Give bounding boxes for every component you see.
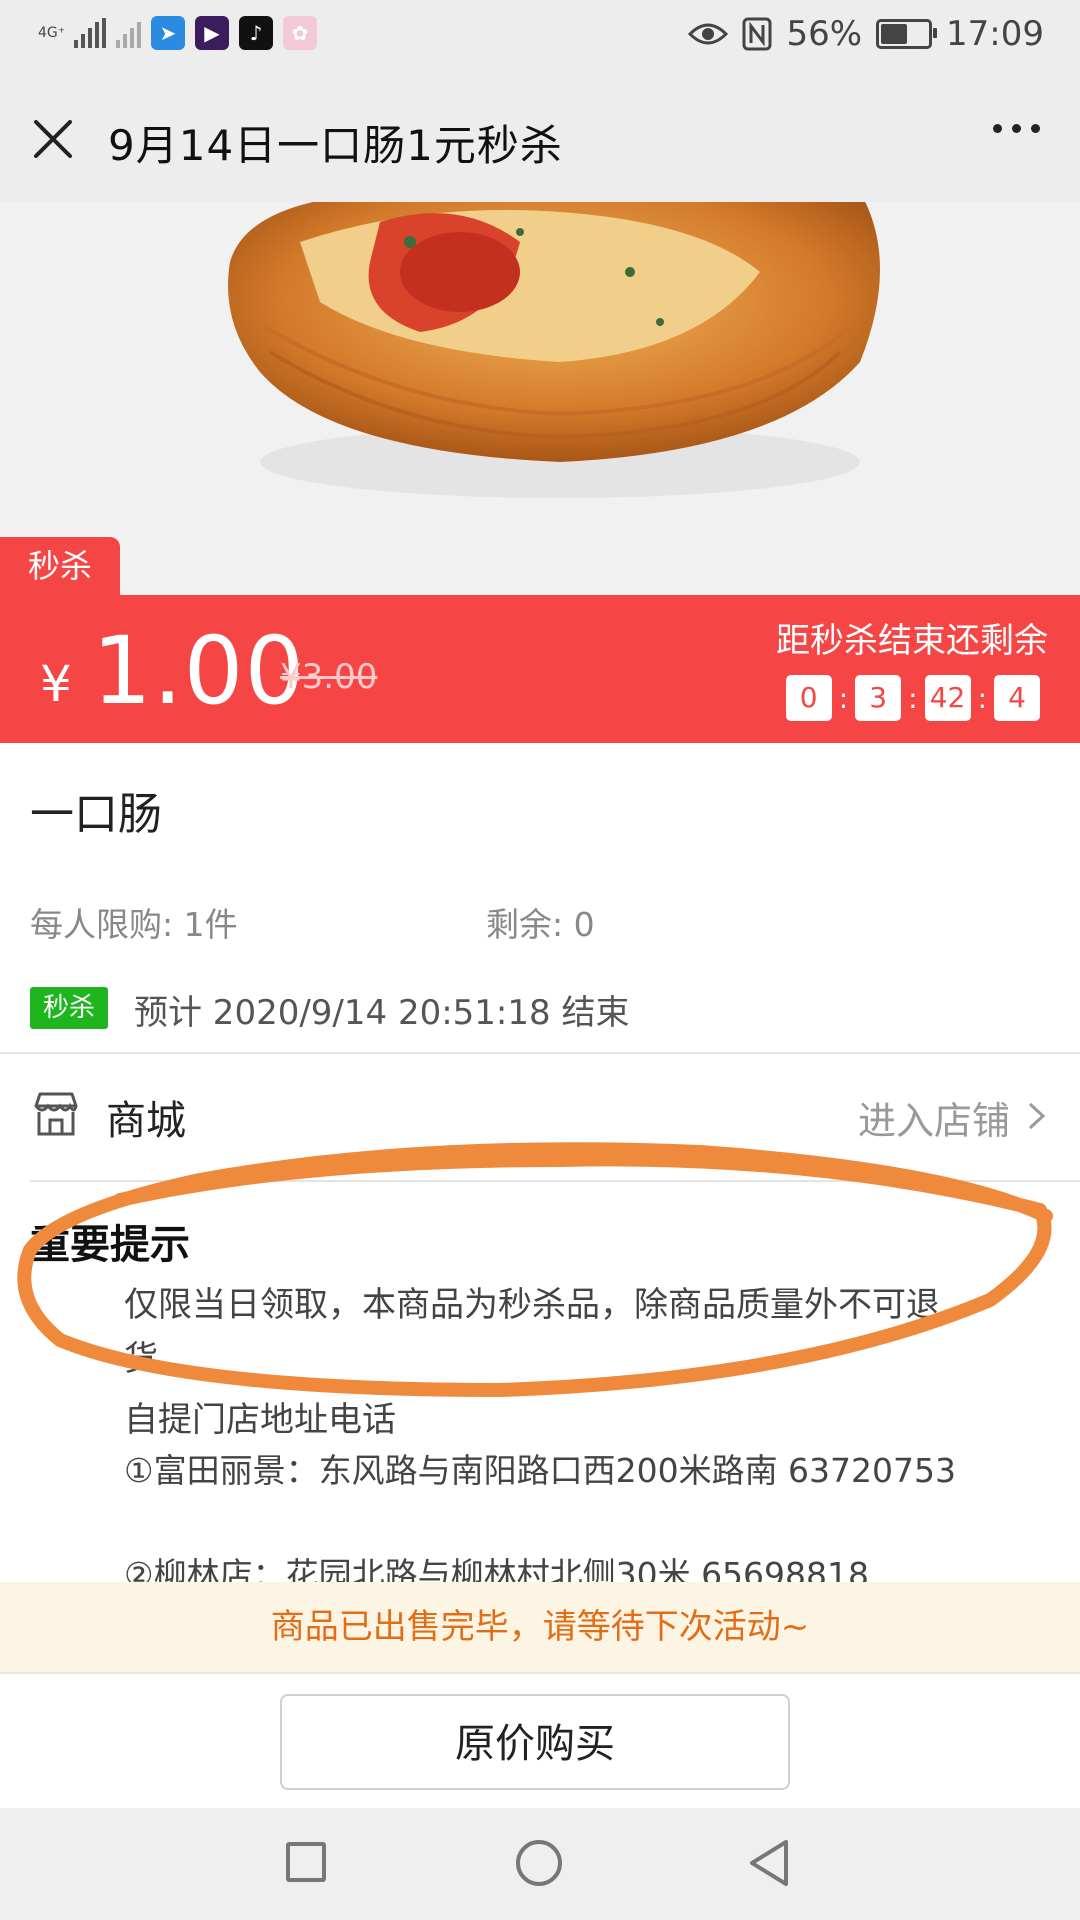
- title-bar: 9月14日一口肠1元秒杀: [0, 76, 1080, 202]
- clock: 17:09: [946, 14, 1044, 54]
- status-bar: 4G⁺ ➤ ▶ ♪ ✿ 56% 17:09: [0, 0, 1080, 76]
- countdown-minutes: 42: [924, 675, 971, 721]
- app-icon-4: ✿: [283, 16, 317, 50]
- product-image: [0, 202, 1080, 595]
- divider: [0, 1052, 1080, 1054]
- price-banner: ¥ 1.00 ¥3.00 距秒杀结束还剩余 0 : 3 : 42 : 4: [0, 595, 1080, 743]
- countdown-hours: 3: [855, 675, 902, 721]
- network-type: 4G⁺: [38, 25, 66, 41]
- app-icon-2: ▶: [195, 16, 229, 50]
- enter-shop-link[interactable]: 进入店铺: [858, 1090, 1010, 1145]
- countdown-separator: :: [908, 681, 918, 715]
- system-nav-bar: [0, 1808, 1080, 1920]
- recent-apps-icon[interactable]: [286, 1842, 326, 1882]
- more-options-icon[interactable]: [993, 124, 1040, 133]
- status-right: 56% 17:09: [688, 14, 1044, 54]
- notice-title: 重要提示: [30, 1222, 190, 1268]
- close-icon[interactable]: [30, 116, 76, 162]
- nfc-icon: [742, 17, 772, 51]
- countdown-separator: :: [977, 681, 987, 715]
- chevron-right-icon[interactable]: [1026, 1100, 1048, 1132]
- home-icon[interactable]: [516, 1840, 562, 1886]
- stock-remaining: 剩余: 0: [486, 905, 595, 944]
- seckill-corner-tag: 秒杀: [0, 537, 120, 595]
- countdown-separator: :: [838, 681, 849, 715]
- divider: [0, 1672, 1080, 1674]
- divider: [30, 1180, 1080, 1182]
- original-price: ¥3.00: [280, 657, 378, 697]
- page-title: 9月14日一口肠1元秒杀: [108, 121, 563, 170]
- seckill-badge: 秒杀: [30, 987, 108, 1029]
- buy-original-price-button[interactable]: 原价购买: [280, 1694, 790, 1790]
- pickup-stores-title: 自提门店地址电话: [124, 1400, 396, 1440]
- status-left: 4G⁺ ➤ ▶ ♪ ✿: [38, 16, 317, 50]
- product-name: 一口肠: [30, 789, 162, 840]
- battery-icon: [876, 19, 938, 49]
- notice-text: 仅限当日领取，本商品为秒杀品，除商品质量外不可退货。: [124, 1285, 940, 1379]
- tiktok-icon: ♪: [239, 16, 273, 50]
- signal-icon: [74, 18, 106, 48]
- eye-icon: [688, 23, 729, 45]
- purchase-limit: 每人限购: 1件: [30, 905, 238, 944]
- countdown-label: 距秒杀结束还剩余: [776, 621, 1048, 661]
- countdown-days: 0: [785, 675, 832, 721]
- app-icon-1: ➤: [151, 16, 185, 50]
- store-icon: [34, 1092, 78, 1136]
- battery-percent: 56%: [786, 14, 863, 54]
- countdown-seconds: 4: [994, 675, 1040, 721]
- countdown-timer: 0 : 3 : 42 : 4: [785, 675, 1040, 721]
- back-icon[interactable]: [746, 1838, 792, 1888]
- shop-name: 商城: [106, 1098, 186, 1144]
- store-address: ①富田丽景：东风路与南阳路口西200米路南 63720753: [124, 1451, 957, 1490]
- currency-symbol: ¥: [40, 655, 72, 713]
- end-time: 预计 2020/9/14 20:51:18 结束: [134, 993, 630, 1033]
- signal-weak-icon: [116, 18, 141, 48]
- current-price: 1.00: [92, 617, 306, 726]
- sold-out-banner: 商品已出售完毕，请等待下次活动~: [0, 1582, 1080, 1672]
